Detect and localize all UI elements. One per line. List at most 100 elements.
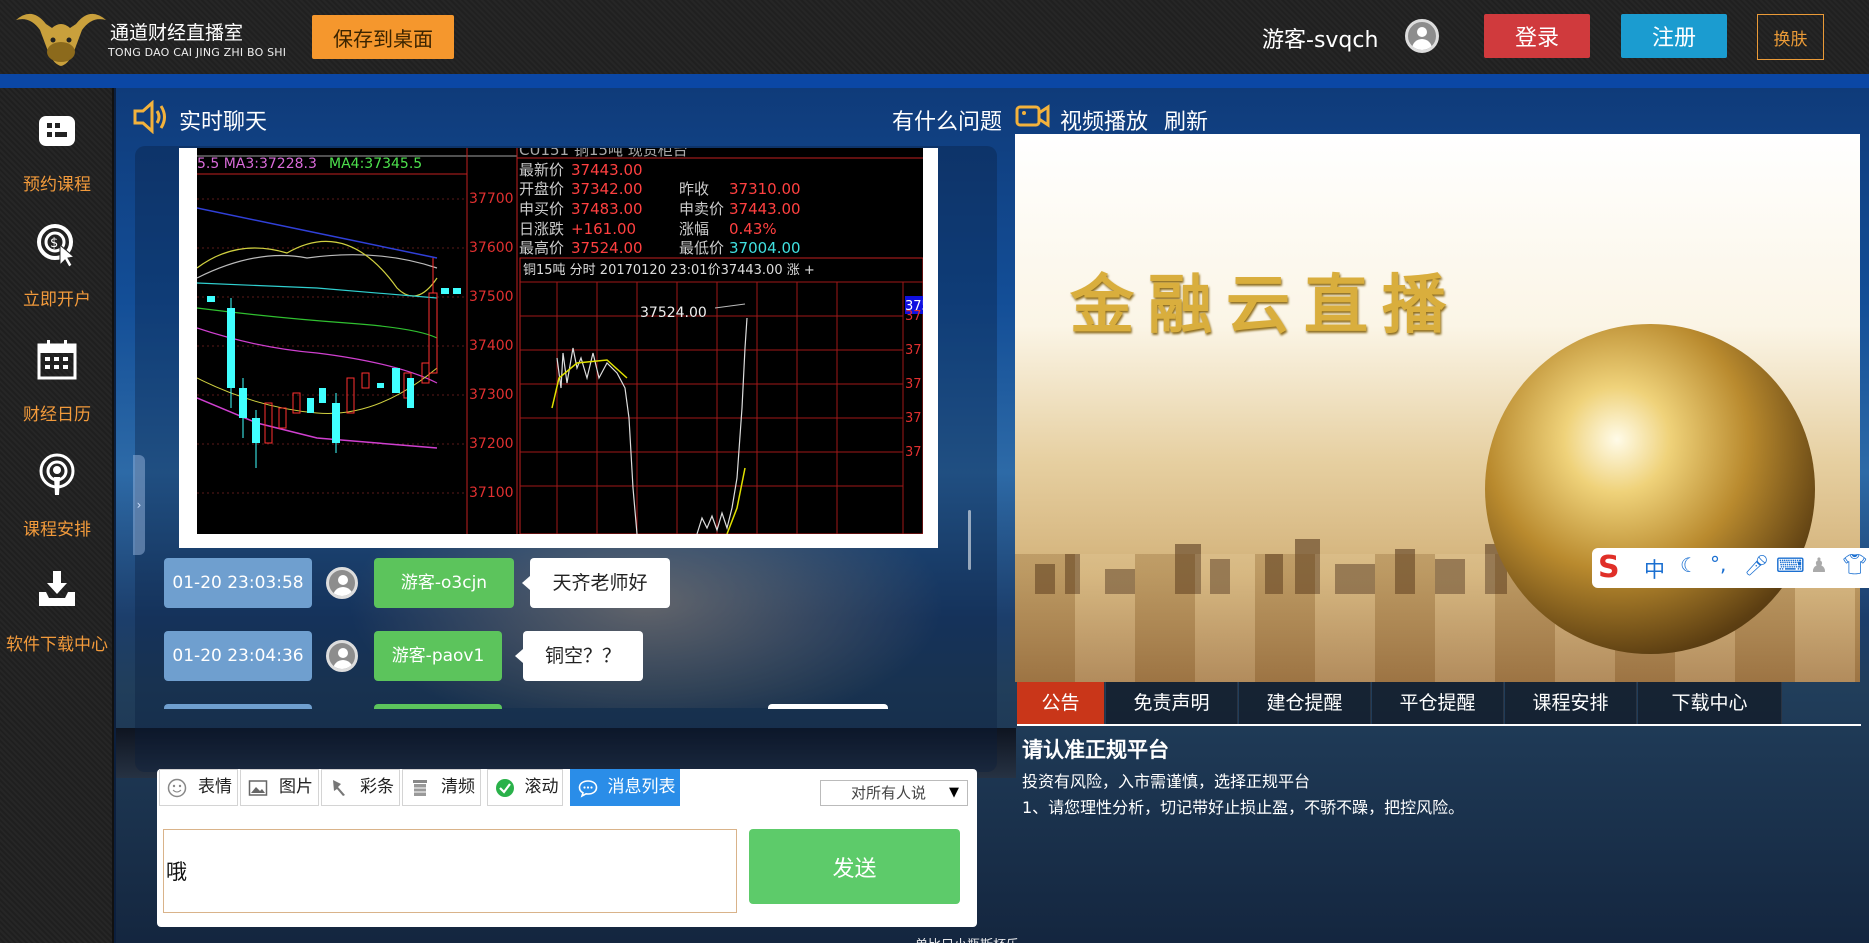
input-method-toolbar[interactable]: S 中 ☾ °, 🎤︎ ⌨ ♟ 👕︎	[1592, 548, 1869, 588]
tab-close-position[interactable]: 平仓提醒	[1372, 682, 1504, 724]
refresh-link[interactable]: 刷新	[1164, 104, 1208, 136]
pin-icon	[333, 780, 345, 796]
clear-screen-label: 清频	[441, 777, 475, 797]
bull-logo-icon	[16, 13, 106, 66]
username: 游客-svqch	[1262, 28, 1379, 53]
sidebar-item-open-account[interactable]: $ 立即开户	[0, 203, 114, 313]
user-avatar[interactable]	[1405, 19, 1439, 53]
sidebar-item-label: 软件下载中心	[6, 635, 108, 655]
user-avatar[interactable]	[326, 640, 358, 672]
brand-name: 通道财经直播室	[110, 22, 244, 44]
brand-pinyin: TONG DAO CAI JING ZHI BO SHI	[108, 46, 287, 59]
coin-click-icon: $	[37, 224, 76, 267]
kline-screenshot: 5.5 MA3:37228.3 MA4:37345.5 37700 37600 …	[197, 148, 923, 534]
tab-course-schedule[interactable]: 课程安排	[1505, 682, 1637, 724]
change-skin-button[interactable]: 换肤	[1757, 14, 1824, 60]
quote-value: 37524.00	[571, 239, 643, 257]
register-button[interactable]: 注册	[1621, 14, 1727, 58]
keyboard-icon[interactable]: ⌨	[1776, 553, 1805, 577]
clear-screen-button[interactable]: 清频	[402, 769, 481, 806]
sidebar-item-label: 立即开户	[23, 290, 91, 310]
sidebar-item-finance-calendar[interactable]: 财经日历	[0, 318, 114, 428]
message-list-button[interactable]: 消息列表	[570, 769, 680, 806]
message-bubble	[768, 704, 888, 709]
send-button[interactable]: 发送	[749, 829, 960, 904]
quote-value: 37004.00	[729, 239, 801, 257]
chat-scrollbar[interactable]	[968, 510, 971, 570]
video-player[interactable]: 金融云直播	[1015, 134, 1860, 682]
message-time: 01-20 23:04:36	[164, 631, 312, 681]
tab-announcement[interactable]: 公告	[1017, 682, 1105, 724]
video-header: 视频播放 刷新	[1014, 98, 1714, 138]
image-label: 图片	[279, 777, 313, 797]
tab-download-center[interactable]: 下载中心	[1638, 682, 1782, 724]
quote-value: 37342.00	[571, 180, 643, 198]
video-title: 视频播放	[1060, 110, 1149, 135]
price-level: 37700	[469, 191, 514, 207]
quote-value: 37443.00	[571, 161, 643, 179]
image-icon	[248, 780, 268, 796]
ma4-label: MA4:37345.5	[329, 156, 422, 172]
ime-mode[interactable]: 中	[1644, 554, 1665, 584]
notice-line: 投资有风险，入市需谨慎，选择正规平台	[1022, 772, 1311, 791]
top-bar: 通道财经直播室 TONG DAO CAI JING ZHI BO SHI 保存到…	[0, 0, 1869, 74]
quote-key: 申买价	[519, 200, 564, 218]
quote-key: 日涨跌	[519, 220, 564, 238]
header-divider	[0, 74, 1869, 88]
chat-bubble-icon	[578, 780, 598, 798]
check-circle-icon	[496, 779, 514, 797]
price-level: 37500	[469, 289, 514, 305]
message-input[interactable]: 哦	[163, 829, 737, 913]
sidebar-item-download-center[interactable]: 软件下载中心	[0, 548, 114, 658]
quote-key: 昨收	[679, 180, 709, 198]
punctuation-icon[interactable]: °,	[1710, 552, 1726, 576]
color-strip-button[interactable]: 彩条	[321, 769, 400, 806]
quote-value: 37483.00	[571, 200, 643, 218]
chat-message: 01-20 23:03:58 游客-o3cjn 天齐老师好	[164, 558, 684, 608]
message-list-label: 消息列表	[607, 777, 676, 797]
sidebar-item-label: 预约课程	[23, 175, 91, 195]
sogou-logo-icon: S	[1598, 550, 1620, 585]
recipient-select[interactable]: 对所有人说 ▼	[820, 780, 968, 806]
tab-open-position[interactable]: 建仓提醒	[1239, 682, 1371, 724]
collapse-handle[interactable]: ›	[133, 455, 145, 555]
sidebar-item-course-schedule[interactable]: 课程安排	[0, 433, 114, 543]
minute-chart-header: 铜15吨 分时 20170120 23:01价37443.00 涨 +	[523, 263, 815, 278]
message-time: 01-20 23:03:58	[164, 558, 312, 608]
skin-shirt-icon[interactable]: 👕︎	[1842, 552, 1867, 576]
microphone-icon[interactable]: 🎤︎	[1744, 553, 1769, 577]
notice-line: 1、请您理性分析，切记带好止损止盈，不骄不躁，把控风险。	[1022, 798, 1465, 817]
message-time	[164, 704, 312, 709]
moon-icon[interactable]: ☾	[1680, 553, 1698, 577]
calendar-grid-icon	[39, 116, 75, 146]
auto-scroll-button[interactable]: 滚动	[487, 769, 563, 806]
login-button[interactable]: 登录	[1484, 14, 1590, 58]
sidebar-item-book-course[interactable]: 预约课程	[0, 88, 114, 198]
chat-chart-image[interactable]: 5.5 MA3:37228.3 MA4:37345.5 37700 37600 …	[179, 148, 938, 548]
message-user[interactable]: 游客-o3cjn	[374, 558, 514, 608]
emoji-button[interactable]: 表情	[159, 769, 238, 806]
quote-value: +161.00	[571, 220, 636, 238]
trash-icon	[413, 780, 427, 796]
compose-box: 表情 图片 彩条 清频 滚动 消息列表 对所有人说 ▼ 哦 发送	[157, 769, 977, 927]
save-to-desktop-button[interactable]: 保存到桌面	[312, 15, 454, 59]
peak-label: 37524.00	[640, 305, 707, 321]
sidebar: 预约课程 $ 立即开户 财经日历 课程安排 软件下载中心	[0, 88, 114, 943]
tab-disclaimer[interactable]: 免责声明	[1106, 682, 1238, 724]
image-button[interactable]: 图片	[240, 769, 319, 806]
price-level: 37200	[469, 436, 514, 452]
price-level: 37600	[469, 240, 514, 256]
podcast-icon	[39, 453, 75, 495]
quote-value: 37310.00	[729, 180, 801, 198]
message-bubble: 天齐老师好	[522, 558, 670, 608]
right-tick: 37	[905, 445, 922, 460]
notice-title: 请认准正规平台	[1022, 738, 1169, 762]
auto-scroll-label: 滚动	[524, 777, 559, 797]
user-icon[interactable]: ♟	[1810, 553, 1828, 577]
sidebar-item-label: 课程安排	[23, 520, 91, 540]
right-tick: 37	[905, 309, 922, 324]
user-avatar[interactable]	[326, 567, 358, 599]
chat-marquee: 有什么问题	[892, 110, 1003, 135]
message-user[interactable]: 游客-paov1	[374, 631, 502, 681]
right-tick: 37	[905, 377, 922, 392]
